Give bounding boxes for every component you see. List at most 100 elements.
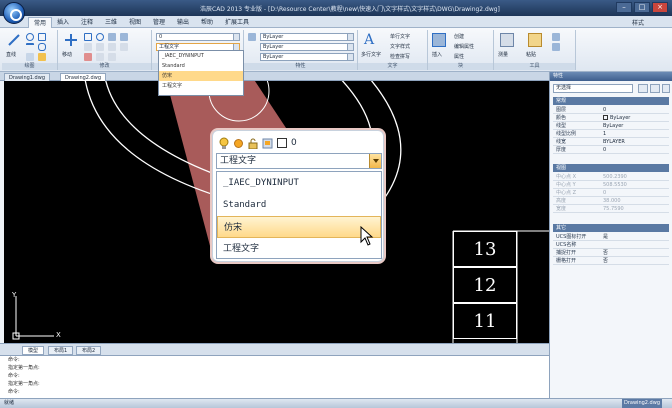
- tab-layout2[interactable]: 布局2: [76, 346, 102, 355]
- insert-block-icon[interactable]: [432, 33, 446, 47]
- tab-manage[interactable]: 管理: [148, 17, 170, 28]
- match-properties-icon[interactable]: [248, 33, 256, 41]
- application-menu-button[interactable]: [3, 2, 25, 24]
- line-icon[interactable]: [7, 33, 21, 47]
- prop-row[interactable]: UCS名称: [553, 241, 669, 249]
- spell-check-button[interactable]: 检查拼写: [390, 53, 410, 60]
- select-objects-icon[interactable]: [650, 84, 660, 93]
- multiline-text-icon[interactable]: A: [364, 32, 374, 48]
- close-button[interactable]: ×: [652, 2, 668, 13]
- prop-row[interactable]: 线宽 BYLAYER: [553, 138, 669, 146]
- prop-row[interactable]: 厚度 0: [553, 146, 669, 154]
- tab-3d[interactable]: 三维: [100, 17, 122, 28]
- extend-icon[interactable]: [96, 43, 104, 51]
- measure-icon[interactable]: [500, 33, 514, 47]
- chevron-down-icon[interactable]: [347, 54, 353, 60]
- text-style-button[interactable]: 文字样式: [390, 43, 410, 50]
- command-line[interactable]: 命令: 指定第一角点: 命令: 指定第一角点: 命令:: [0, 355, 549, 398]
- prop-row[interactable]: UCS图标打开 是: [553, 233, 669, 241]
- insert-label: 插入: [432, 52, 443, 58]
- prop-row[interactable]: 中心点 Y 508.5530: [553, 181, 669, 189]
- doc-tab-drawing1[interactable]: Drawing1.dwg: [4, 73, 50, 81]
- dropdown-option[interactable]: _IAEC_DYNINPUT: [159, 51, 243, 61]
- tab-annotate[interactable]: 注释: [76, 17, 98, 28]
- prop-row[interactable]: 宽度 75.7590: [553, 205, 669, 213]
- paste-icon[interactable]: [528, 33, 542, 47]
- section-view[interactable]: 视图: [553, 164, 669, 172]
- color-swatch-icon[interactable]: [277, 138, 287, 148]
- text-style-option-selected[interactable]: 仿宋: [217, 216, 381, 238]
- status-drawing-name[interactable]: Drawing2.dwg: [622, 399, 662, 408]
- doc-tab-drawing2[interactable]: Drawing2.dwg: [60, 73, 106, 81]
- tab-extensions[interactable]: 扩展工具: [220, 17, 254, 28]
- text-style-option[interactable]: _IAEC_DYNINPUT: [217, 172, 381, 194]
- chevron-down-icon[interactable]: [347, 34, 353, 40]
- lightbulb-icon[interactable]: [219, 137, 229, 149]
- dropdown-option-selected[interactable]: 仿宋: [159, 71, 243, 81]
- fillet-icon[interactable]: [96, 53, 104, 61]
- calculator-icon[interactable]: [552, 33, 560, 41]
- minimize-button[interactable]: –: [616, 2, 632, 13]
- linetype-combo[interactable]: ByLayer: [260, 43, 354, 51]
- single-line-text-button[interactable]: 单行文字: [390, 33, 410, 40]
- text-style-option[interactable]: Standard: [217, 194, 381, 216]
- prop-row[interactable]: 线型 ByLayer: [553, 122, 669, 130]
- tab-home[interactable]: 常用: [28, 17, 53, 28]
- quick-select-icon[interactable]: [662, 84, 670, 93]
- arc-icon[interactable]: [26, 43, 34, 51]
- scale-icon[interactable]: [120, 33, 128, 41]
- tab-output[interactable]: 输出: [172, 17, 194, 28]
- mirror-icon[interactable]: [108, 33, 116, 41]
- tab-help[interactable]: 帮助: [196, 17, 218, 28]
- section-misc[interactable]: 其它: [553, 224, 669, 232]
- explode-icon[interactable]: [108, 53, 116, 61]
- toggle-pickadd-icon[interactable]: [638, 84, 648, 93]
- rectangle-icon[interactable]: [38, 33, 46, 41]
- move-icon[interactable]: [64, 33, 78, 47]
- prop-row[interactable]: 中心点 X 500.2390: [553, 173, 669, 181]
- prop-row[interactable]: 高度 38.000: [553, 197, 669, 205]
- circle-icon[interactable]: [26, 33, 34, 41]
- selection-combo[interactable]: 无选择: [553, 84, 633, 93]
- prop-row[interactable]: 中心点 Z 0: [553, 189, 669, 197]
- dropdown-option[interactable]: 工程文字: [159, 81, 243, 91]
- rotate-icon[interactable]: [96, 33, 104, 41]
- style-menu[interactable]: 样式: [632, 18, 644, 27]
- plot-icon[interactable]: [262, 138, 273, 149]
- text-style-combo-magnified[interactable]: 工程文字: [216, 153, 382, 169]
- command-prompt[interactable]: 命令:: [0, 388, 549, 396]
- text-style-option[interactable]: 工程文字: [217, 238, 381, 260]
- chevron-down-icon[interactable]: [369, 154, 381, 168]
- tab-model[interactable]: 模型: [22, 346, 45, 355]
- prop-row[interactable]: 颜色 ByLayer: [553, 114, 669, 122]
- prop-row[interactable]: 栅格打开 否: [553, 257, 669, 265]
- dropdown-option[interactable]: Standard: [159, 61, 243, 71]
- gradient-icon[interactable]: [38, 53, 46, 61]
- create-block-button[interactable]: 创建: [454, 33, 464, 40]
- array-icon[interactable]: [120, 43, 128, 51]
- tab-view[interactable]: 视图: [124, 17, 146, 28]
- edit-attributes-button[interactable]: 编辑属性: [454, 43, 474, 50]
- chevron-down-icon[interactable]: [347, 44, 353, 50]
- sun-icon[interactable]: [233, 138, 244, 149]
- section-general[interactable]: 常规: [553, 97, 669, 105]
- polyline-icon[interactable]: [38, 43, 46, 51]
- prop-row[interactable]: 捕捉打开 否: [553, 249, 669, 257]
- tab-insert[interactable]: 插入: [52, 17, 74, 28]
- copy-icon[interactable]: [84, 33, 92, 41]
- trim-icon[interactable]: [84, 43, 92, 51]
- erase-icon[interactable]: [84, 53, 92, 61]
- chevron-down-icon[interactable]: [233, 34, 239, 40]
- attributes-button[interactable]: 属性: [454, 53, 464, 60]
- maximize-button[interactable]: □: [634, 2, 650, 13]
- prop-row[interactable]: 线型比例 1: [553, 130, 669, 138]
- copy-clip-icon[interactable]: [552, 43, 560, 51]
- lock-icon[interactable]: [248, 138, 258, 149]
- color-combo[interactable]: ByLayer: [260, 33, 354, 41]
- offset-icon[interactable]: [108, 43, 116, 51]
- layer-combo[interactable]: 0: [156, 33, 240, 41]
- lineweight-combo[interactable]: ByLayer: [260, 53, 354, 61]
- hatch-icon[interactable]: [26, 53, 34, 61]
- prop-row[interactable]: 图层 0: [553, 106, 669, 114]
- tab-layout1[interactable]: 布局1: [48, 346, 74, 355]
